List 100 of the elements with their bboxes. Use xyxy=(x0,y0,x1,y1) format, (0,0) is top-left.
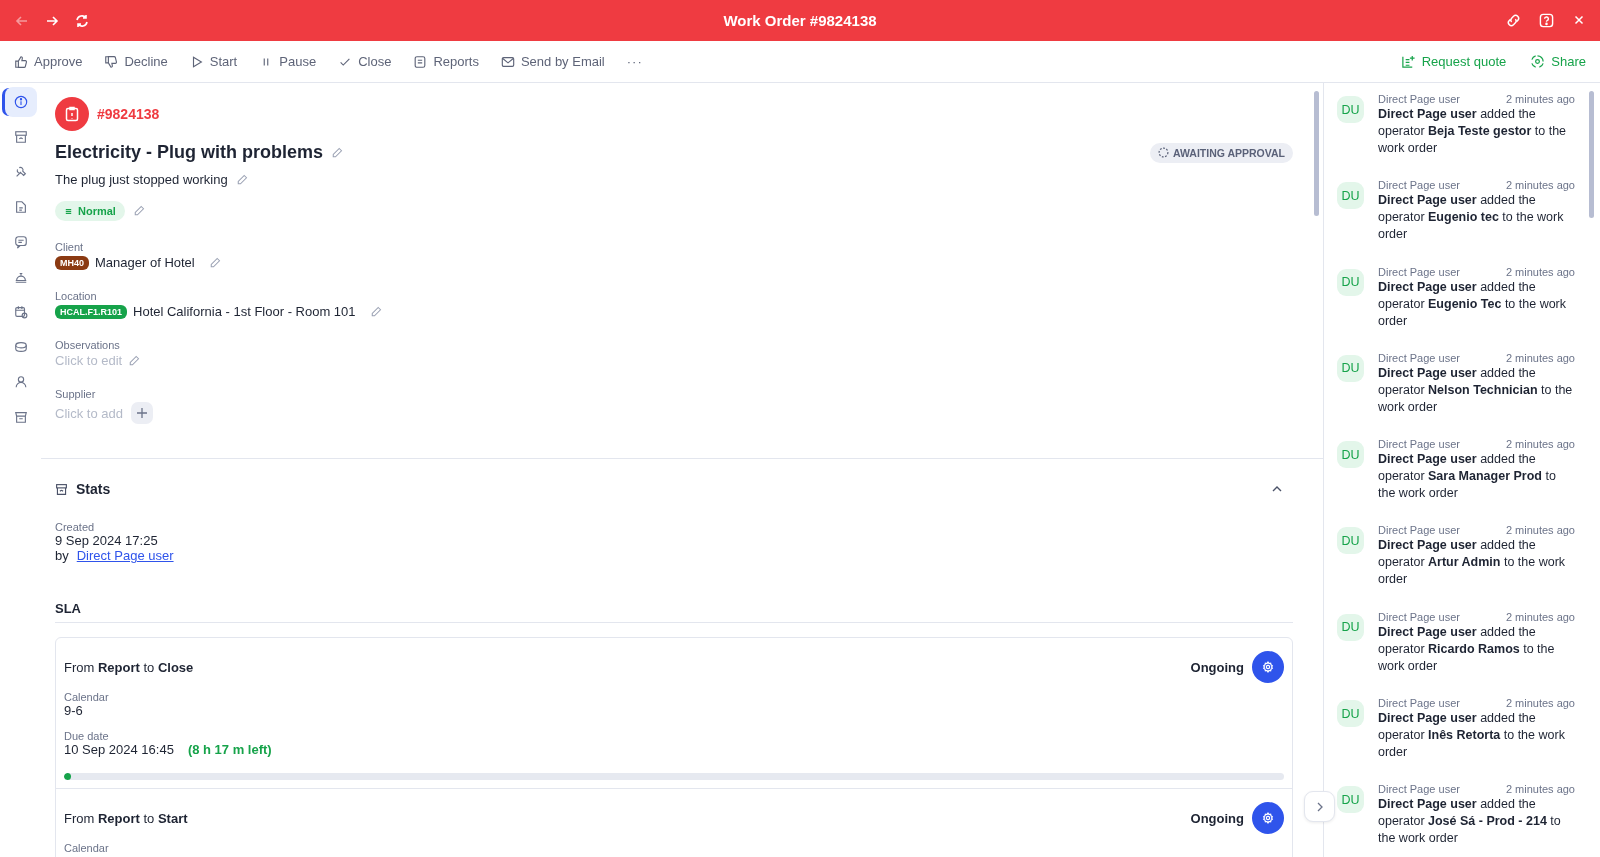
help-icon[interactable] xyxy=(1539,13,1554,28)
timestamp: 2 minutes ago xyxy=(1505,351,1575,364)
field-label: Client xyxy=(55,241,85,253)
pencil-icon[interactable] xyxy=(235,173,248,186)
avatar: DU xyxy=(1337,96,1364,123)
settings-button[interactable] xyxy=(1252,802,1284,834)
info-icon xyxy=(13,95,28,109)
pencil-icon[interactable] xyxy=(208,256,221,269)
avatar: DU xyxy=(1337,527,1364,555)
toolbar-button[interactable]: Pause xyxy=(259,54,317,69)
toolbar-button[interactable]: Close xyxy=(338,54,392,69)
sla-route: From Report to Close xyxy=(64,659,194,675)
field-value: Hotel California - 1st Floor - Room 101 xyxy=(133,304,356,319)
avatar: DU xyxy=(1337,354,1364,382)
toolbar-button[interactable]: Decline xyxy=(104,54,168,69)
plus-icon xyxy=(135,407,148,419)
work-order-title: Electricity - Plug with problems xyxy=(55,142,324,163)
activity-message: Direct Page user added the operator Ricardo Ramos to the work order xyxy=(1378,623,1556,675)
archive-box-icon xyxy=(13,130,28,144)
author-name: Direct Page user xyxy=(1378,697,1460,710)
pencil-icon[interactable] xyxy=(128,354,141,367)
author-name: Direct Page user xyxy=(1378,351,1460,364)
toolbar-button[interactable]: Approve xyxy=(14,54,83,69)
field-label: Supplier xyxy=(55,388,97,400)
field-label: Due date xyxy=(64,730,110,742)
sidebar-item[interactable] xyxy=(4,87,37,117)
author-name: Direct Page user xyxy=(1378,610,1460,623)
time-left: (8 h 17 m left) xyxy=(187,742,272,757)
calendar-clock-icon xyxy=(13,305,28,319)
priority-badge: Normal xyxy=(55,201,125,221)
field-label: Created xyxy=(55,521,96,533)
link-icon[interactable] xyxy=(1506,13,1521,28)
toolbar-button[interactable]: Request quote xyxy=(1400,54,1507,69)
more-button[interactable]: ··· xyxy=(626,54,643,69)
envelope-icon xyxy=(500,54,515,69)
scrollbar[interactable] xyxy=(1589,91,1594,218)
thumbs-down-icon xyxy=(104,54,119,69)
activity-message: Direct Page user added the operator Sara Manager Prod to the work order xyxy=(1378,451,1557,503)
sla-status: Ongoing xyxy=(1190,810,1244,826)
avatar: DU xyxy=(1337,613,1364,641)
activity-message: Direct Page user added the operator José Sá - Prod - 214 to the work order xyxy=(1378,796,1562,848)
author-name: Direct Page user xyxy=(1378,265,1460,278)
settings-button[interactable] xyxy=(1252,651,1284,683)
timestamp: 2 minutes ago xyxy=(1505,265,1575,278)
gear-icon xyxy=(1262,812,1274,824)
section-title: Stats xyxy=(76,481,111,497)
window-title: Work Order #9824138 xyxy=(722,12,878,29)
notes-icon xyxy=(413,54,428,69)
service-bell-icon xyxy=(13,270,28,284)
code-tag: MH40 xyxy=(55,255,89,270)
timestamp: 2 minutes ago xyxy=(1505,438,1575,451)
toolbar-button[interactable]: Start xyxy=(189,54,238,69)
calendar-value: 9-6 xyxy=(64,703,84,718)
avatar: DU xyxy=(1337,182,1364,210)
user-link[interactable]: Direct Page user xyxy=(76,548,174,563)
refresh-icon[interactable] xyxy=(74,12,90,29)
pencil-icon[interactable] xyxy=(331,146,344,159)
pencil-icon[interactable] xyxy=(369,305,382,318)
status-badge: AWAITING APPROVAL xyxy=(1150,142,1293,163)
activity-message: Direct Page user added the operator Eugenio tec to the work order xyxy=(1378,192,1565,244)
author-name: Direct Page user xyxy=(1378,524,1460,537)
avatar: DU xyxy=(1337,441,1364,469)
expand-panel-button[interactable] xyxy=(1304,791,1335,822)
activity-message: Direct Page user added the operator Nelson Technician to the work order xyxy=(1378,364,1574,416)
author-name: Direct Page user xyxy=(1378,179,1460,192)
activity-message: Direct Page user added the operator Artur Admin to the work order xyxy=(1378,537,1567,589)
avatar: DU xyxy=(1337,786,1364,814)
field-label: Location xyxy=(55,290,98,302)
toolbar-button[interactable]: Reports xyxy=(413,54,479,69)
created-date: 9 Sep 2024 17:25 xyxy=(55,533,159,548)
person-icon xyxy=(13,375,28,389)
add-button[interactable] xyxy=(130,402,153,424)
timestamp: 2 minutes ago xyxy=(1505,179,1575,192)
coins-icon xyxy=(13,340,28,354)
activity-message: Direct Page user added the operator Eugenio Tec to the work order xyxy=(1378,278,1568,330)
clipboard-icon xyxy=(55,97,89,131)
timestamp: 2 minutes ago xyxy=(1505,697,1575,710)
avatar: DU xyxy=(1337,268,1364,296)
activity-message: Direct Page user added the operator Inês Retorta to the work order xyxy=(1378,710,1566,762)
author-name: Direct Page user xyxy=(1378,438,1460,451)
sla-route: From Report to Start xyxy=(64,810,188,826)
sla-status: Ongoing xyxy=(1190,659,1244,675)
timestamp: 2 minutes ago xyxy=(1505,524,1575,537)
activity-message: Direct Page user added the operator Beja Teste gestor to the work order xyxy=(1378,106,1568,157)
timestamp: 2 minutes ago xyxy=(1505,93,1575,105)
by-label: by xyxy=(55,548,69,563)
timestamp: 2 minutes ago xyxy=(1505,610,1575,623)
pencil-icon[interactable] xyxy=(132,205,145,217)
field-value: Manager of Hotel xyxy=(95,255,195,270)
avatar: DU xyxy=(1337,700,1364,728)
toolbar-button[interactable]: Send by Email xyxy=(500,54,605,69)
share-icon xyxy=(1530,54,1546,69)
field-label: Calendar xyxy=(64,691,110,703)
scrollbar[interactable] xyxy=(1314,91,1319,216)
timestamp: 2 minutes ago xyxy=(1505,783,1575,796)
field-label: Calendar xyxy=(64,842,110,854)
description-text: The plug just stopped working xyxy=(55,172,228,187)
thumbs-up-icon xyxy=(14,54,28,69)
toolbar-button[interactable]: Share xyxy=(1530,54,1586,69)
gear-icon xyxy=(1262,661,1274,673)
